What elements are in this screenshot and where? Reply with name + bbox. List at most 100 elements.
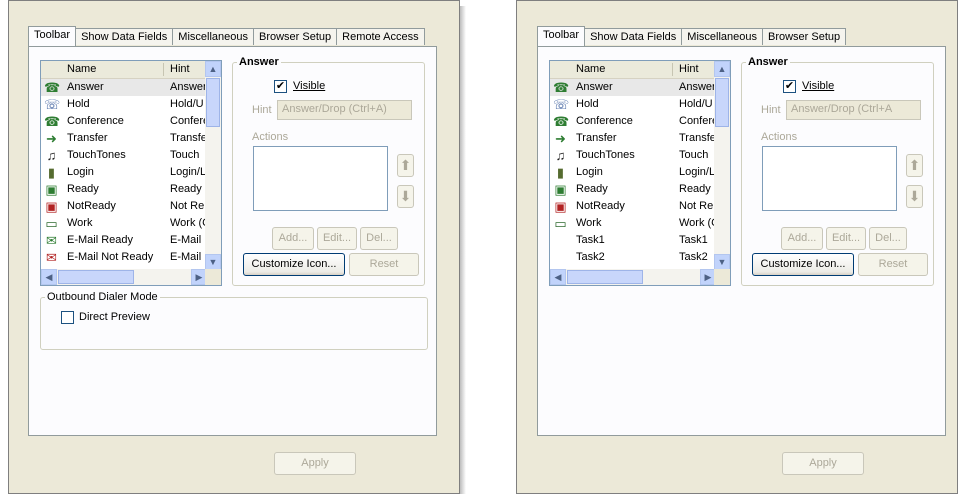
list-item[interactable]: ♫ TouchTones Touch (41, 147, 207, 164)
list-item-name: E-Mail Not Ready (67, 251, 154, 263)
list-item[interactable]: ▭ Work Work (C (41, 215, 207, 232)
row-icon (553, 250, 568, 265)
list-vertical-scrollbar[interactable]: ▲ ▼ (205, 61, 221, 270)
list-item[interactable]: ✉ E-Mail Not Ready E-Mail N (41, 249, 207, 266)
apply-button[interactable]: Apply (274, 452, 356, 475)
list-item[interactable]: ✉ E-Mail Ready E-Mail F (41, 232, 207, 249)
list-item-name: Conference (576, 115, 633, 127)
list-item-hint: Touch (170, 149, 200, 161)
direct-preview-checkbox[interactable] (61, 311, 74, 324)
list-item-hint: Login/L (170, 166, 207, 178)
list-item-hint: E-Mail N (170, 251, 207, 263)
list-item-hint: Transfe (170, 132, 207, 144)
list-vertical-scrollbar[interactable]: ▲ ▼ (714, 61, 730, 270)
scroll-left-icon[interactable]: ◀ (550, 269, 566, 285)
tab-show-data-fields[interactable]: Show Data Fields (584, 28, 683, 45)
list-item[interactable]: ▭ Work Work (C (550, 215, 716, 232)
answer-group-title: Answer (748, 56, 788, 68)
ready-icon: ▣ (554, 182, 567, 197)
right-dialog-panel: Toolbar Show Data Fields Miscellaneous B… (516, 0, 958, 494)
move-down-icon[interactable]: ⬇ (397, 185, 414, 208)
list-item[interactable]: ➜ Transfer Transfe (550, 130, 716, 147)
scroll-thumb-horizontal[interactable] (58, 270, 134, 284)
list-item-name: TouchTones (67, 149, 126, 161)
list-item-name: Hold (576, 98, 599, 110)
list-item[interactable]: Task1 Task1 (550, 232, 716, 249)
scroll-left-icon[interactable]: ◀ (41, 269, 57, 285)
list-item[interactable]: ▣ Ready Ready (41, 181, 207, 198)
tab-show-data-fields[interactable]: Show Data Fields (75, 28, 174, 45)
move-up-icon[interactable]: ⬆ (397, 154, 414, 177)
tab-remote-access[interactable]: Remote Access (336, 28, 425, 45)
list-item[interactable]: ➜ Transfer Transfe (41, 130, 207, 147)
reset-button[interactable]: Reset (858, 253, 928, 276)
scroll-thumb-horizontal[interactable] (567, 270, 643, 284)
toolbar-tab-page: Name Hint ☎ Answer Answer ☏ Hold Hold/U ☎ Confe… (28, 46, 437, 436)
delete-button[interactable]: Del... (869, 227, 907, 250)
actions-label: Actions (761, 131, 798, 143)
list-item-name: Task2 (576, 251, 605, 263)
hold-icon: ☏ (553, 97, 570, 112)
tab-miscellaneous[interactable]: Miscellaneous (172, 28, 254, 45)
list-item-hint: Task1 (679, 234, 708, 246)
tab-toolbar[interactable]: Toolbar (28, 26, 77, 46)
move-down-icon[interactable]: ⬇ (906, 185, 923, 208)
scroll-thumb[interactable] (715, 78, 729, 127)
tab-strip: Toolbar Show Data Fields Miscellaneous B… (537, 26, 847, 47)
list-item[interactable]: Task2 Task2 (550, 249, 716, 266)
actions-listbox[interactable] (253, 146, 388, 211)
add-button[interactable]: Add... (781, 227, 823, 250)
list-item-name: Hold (67, 98, 90, 110)
customize-icon-button[interactable]: Customize Icon... (243, 253, 345, 276)
list-item[interactable]: ☎ Answer Answer (41, 79, 207, 96)
scroll-up-icon[interactable]: ▲ (205, 61, 221, 77)
column-header-name[interactable]: Name (67, 63, 96, 75)
list-item[interactable]: ▮ Login Login/L (550, 164, 716, 181)
edit-button[interactable]: Edit... (826, 227, 866, 250)
list-item-name: Login (576, 166, 603, 178)
scroll-thumb[interactable] (206, 78, 220, 127)
toolbar-button-list[interactable]: Name Hint ☎ Answer Answer ☏ Hold Hold/U ☎ Confe… (549, 60, 731, 286)
add-button[interactable]: Add... (272, 227, 314, 250)
visible-checkbox[interactable]: ✔ (783, 80, 796, 93)
tab-browser-setup[interactable]: Browser Setup (762, 28, 847, 45)
actions-listbox[interactable] (762, 146, 897, 211)
list-item-hint: Work (C (679, 217, 716, 229)
list-item-hint: Confere (679, 115, 716, 127)
list-item-hint: Work (C (170, 217, 207, 229)
toolbar-button-list[interactable]: Name Hint ☎ Answer Answer ☏ Hold Hold/U ☎ Confe… (40, 60, 222, 286)
column-header-hint[interactable]: Hint (170, 63, 190, 75)
reset-button[interactable]: Reset (349, 253, 419, 276)
delete-button[interactable]: Del... (360, 227, 398, 250)
scroll-up-icon[interactable]: ▲ (714, 61, 730, 77)
login-icon: ▮ (47, 165, 56, 180)
list-item[interactable]: ▣ NotReady Not Re (41, 198, 207, 215)
row-icon (553, 233, 568, 248)
tab-toolbar[interactable]: Toolbar (537, 26, 586, 46)
scroll-down-icon[interactable]: ▼ (205, 254, 221, 270)
visible-label: Visible (293, 80, 326, 92)
list-item[interactable]: ☏ Hold Hold/U (550, 96, 716, 113)
list-item[interactable]: ♫ TouchTones Touch (550, 147, 716, 164)
transfer-icon: ➜ (46, 131, 57, 146)
list-item[interactable]: ☎ Conference Confere (41, 113, 207, 130)
scroll-down-icon[interactable]: ▼ (714, 254, 730, 270)
apply-button[interactable]: Apply (782, 452, 864, 475)
list-horizontal-scrollbar[interactable]: ◀ ▶ (550, 269, 716, 285)
list-item[interactable]: ▣ NotReady Not Re (550, 198, 716, 215)
list-item[interactable]: ▣ Ready Ready (550, 181, 716, 198)
list-item[interactable]: ☎ Conference Confere (550, 113, 716, 130)
list-item[interactable]: ▮ Login Login/L (41, 164, 207, 181)
edit-button[interactable]: Edit... (317, 227, 357, 250)
column-header-name[interactable]: Name (576, 63, 605, 75)
column-header-hint[interactable]: Hint (679, 63, 699, 75)
move-up-icon[interactable]: ⬆ (906, 154, 923, 177)
list-item[interactable]: ☏ Hold Hold/U (41, 96, 207, 113)
list-horizontal-scrollbar[interactable]: ◀ ▶ (41, 269, 207, 285)
conference-icon: ☎ (44, 114, 61, 129)
list-item[interactable]: ☎ Answer Answer (550, 79, 716, 96)
visible-checkbox[interactable]: ✔ (274, 80, 287, 93)
tab-miscellaneous[interactable]: Miscellaneous (681, 28, 763, 45)
customize-icon-button[interactable]: Customize Icon... (752, 253, 854, 276)
tab-browser-setup[interactable]: Browser Setup (253, 28, 338, 45)
